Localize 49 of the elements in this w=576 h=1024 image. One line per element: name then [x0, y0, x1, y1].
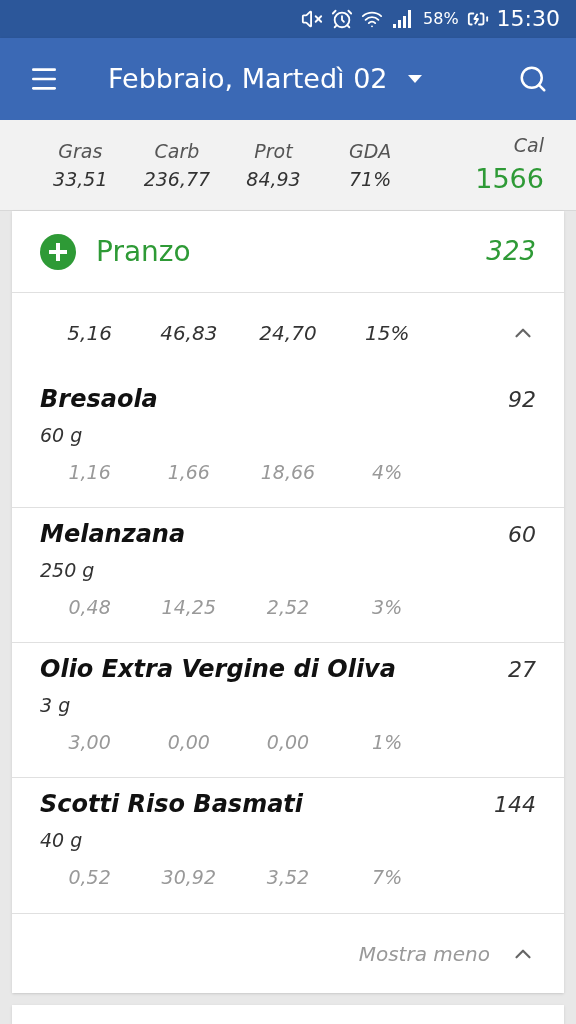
summary-value: 236,77 [143, 167, 211, 193]
summary-value: 1566 [475, 162, 544, 197]
food-calories: 92 [508, 386, 536, 415]
summary-value: 71% [349, 167, 392, 193]
food-name[interactable]: Melanzana [40, 516, 186, 553]
summary-value: 33,51 [53, 167, 108, 193]
food-nutrient: 3,00 [67, 729, 112, 755]
food-nutrient: 3% [371, 594, 404, 620]
food-nutrient: 18,66 [259, 459, 317, 485]
food-quantity: 250 g [40, 558, 96, 584]
food-nutrient: 0,48 [67, 594, 112, 620]
food-nutrient: 14,25 [160, 594, 217, 620]
meal-total: 46,83 [159, 320, 219, 348]
alarm-icon [331, 7, 354, 30]
summary-label: GDA [348, 138, 392, 164]
food-nutrient: 2,52 [265, 594, 311, 620]
food-name[interactable]: Olio Extra Vergine di Oliva [40, 651, 396, 688]
summary-label: Gras [58, 138, 103, 164]
meal-total: 5,16 [66, 320, 113, 348]
food-nutrient: 7% [371, 864, 404, 890]
food-quantity: 40 g [40, 828, 84, 854]
battery-percent: 58% [423, 7, 459, 30]
clock-time: 15:30 [496, 5, 560, 34]
meal-total: 15% [363, 320, 411, 348]
meal-total: 24,70 [258, 320, 318, 348]
food-nutrient: 30,92 [160, 864, 217, 890]
food-nutrient: 1% [371, 729, 404, 755]
food-nutrient: 0,00 [166, 729, 211, 755]
food-nutrient: 1,66 [166, 459, 211, 485]
summary-value: 84,93 [246, 167, 301, 193]
food-name[interactable]: Scotti Riso Basmati [40, 786, 304, 823]
add-icon[interactable] [40, 233, 76, 270]
food-quantity: 60 g [40, 423, 84, 449]
meal-name: Pranzo [96, 233, 191, 270]
food-nutrient: 4% [371, 459, 404, 485]
meal-calories: 323 [486, 235, 536, 269]
summary-label: Carb [154, 138, 200, 164]
food-nutrient: 1,16 [67, 459, 112, 485]
summary-label: Prot [254, 138, 293, 164]
dropdown-caret-icon [407, 74, 422, 83]
food-nutrient: 0,00 [265, 729, 311, 755]
food-calories: 27 [508, 656, 536, 685]
food-nutrient: 3,52 [265, 864, 311, 890]
food-quantity: 3 g [40, 693, 72, 719]
food-name[interactable]: Bresaola [40, 381, 158, 418]
food-nutrient: 0,52 [67, 864, 112, 890]
summary-label: Cal [513, 132, 544, 158]
food-calories: 60 [508, 521, 536, 550]
food-calories: 144 [494, 791, 536, 820]
